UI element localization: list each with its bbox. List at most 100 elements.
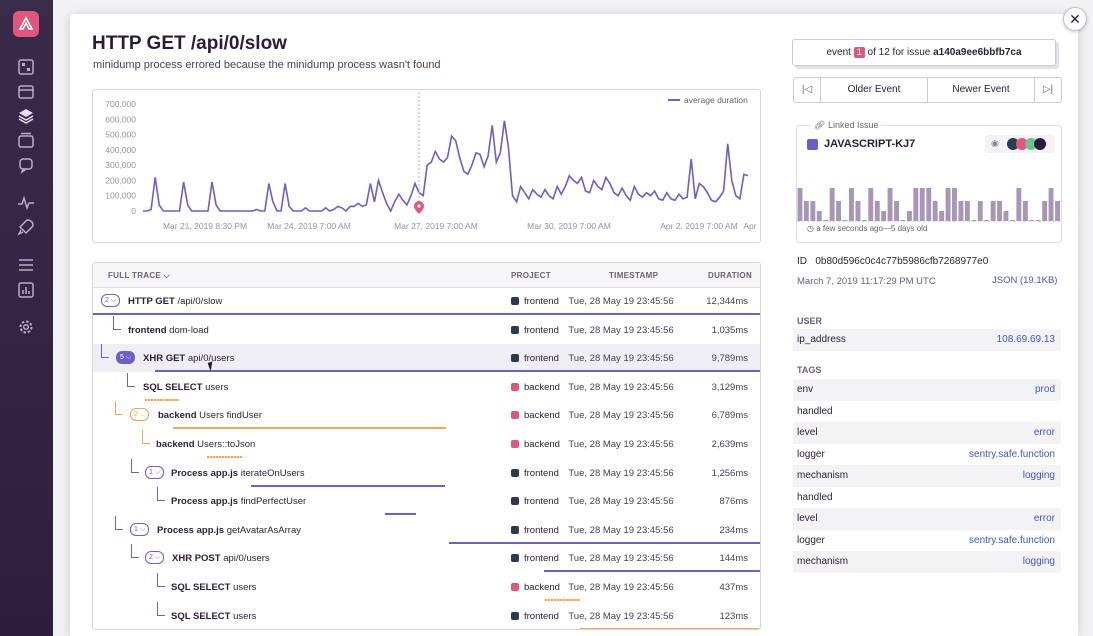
timestamp-header: TIMESTAMP <box>609 271 659 280</box>
span-project: frontend <box>511 496 559 507</box>
rocket-icon[interactable] <box>17 218 35 236</box>
child-count-toggle[interactable]: 5 ⌵ <box>116 351 136 365</box>
span-timestamp: Tue, 28 May 19 23:45:56 <box>568 410 674 422</box>
ip-value[interactable]: 108.69.69.13 <box>997 334 1055 345</box>
tree-connector <box>131 471 139 473</box>
span-description: findPerfectUser <box>238 496 307 508</box>
span-op: SQL SELECT <box>171 582 231 593</box>
user-ip-row: ip_address 108.69.69.13 <box>793 329 1061 351</box>
span-op: HTTP GET <box>128 296 175 307</box>
older-event-button[interactable]: Older Event <box>821 78 928 102</box>
span-name: SQL SELECT users <box>171 611 256 622</box>
span-description: getAvatarAsArray <box>224 524 301 536</box>
trace-row[interactable]: SQL SELECT users backend Tue, 28 May 19 23… <box>93 372 760 401</box>
sparkline-bar <box>939 211 945 221</box>
child-count-toggle[interactable]: 1 ⌵ <box>130 522 150 536</box>
tag-value[interactable]: sentry.safe.function <box>969 535 1055 546</box>
trace-row[interactable]: backend Users::toJson backend Tue, 28 May … <box>93 430 760 458</box>
issue-id[interactable]: a140a9ee6bbfb7ca <box>933 47 1021 58</box>
trace-row[interactable]: 5 ⌵ XHR GET api/0/users frontend Tue, 28 Ma… <box>93 344 760 373</box>
project-name: frontend <box>524 524 559 536</box>
tag-key: logger <box>797 448 825 460</box>
issues-icon[interactable] <box>17 83 35 101</box>
tree-connector <box>157 614 165 616</box>
tag-row[interactable]: env prod <box>793 379 1061 401</box>
close-icon[interactable]: ✕ <box>1063 7 1087 31</box>
span-description: api/0/users <box>220 553 270 565</box>
backend-project-icon <box>511 411 519 420</box>
project-header: PROJECT <box>511 271 551 280</box>
tree-connector <box>101 344 102 359</box>
tag-value[interactable]: error <box>1034 513 1055 524</box>
tag-value[interactable]: logging <box>1023 556 1055 567</box>
trace-row[interactable]: SQL SELECT users frontend Tue, 28 May 19 2… <box>93 601 760 629</box>
releases-icon[interactable] <box>17 131 35 149</box>
tag-row[interactable]: level error <box>793 422 1061 444</box>
trace-row[interactable]: 1 ⌵ Process app.js getAvatarAsArray fronte… <box>93 515 760 544</box>
clock-icon: ◷ <box>807 224 814 233</box>
dashboard-icon[interactable] <box>17 58 35 76</box>
tag-value[interactable]: logging <box>1023 470 1055 481</box>
tag-row[interactable]: handled <box>793 401 1061 423</box>
tag-row[interactable]: mechanism logging <box>793 465 1061 487</box>
json-link[interactable]: JSON (19.1KB) <box>992 275 1057 286</box>
span-description: users <box>230 610 257 622</box>
child-count-toggle[interactable]: 2 ⌵ <box>101 294 121 307</box>
tag-row[interactable]: logger sentry.safe.function <box>793 530 1061 552</box>
span-project: backend <box>511 582 560 593</box>
menu-icon[interactable] <box>17 256 35 274</box>
oldest-event-icon[interactable]: |◁ <box>794 78 821 102</box>
stats-icon[interactable] <box>17 281 35 299</box>
tag-value[interactable]: error <box>1034 427 1055 438</box>
span-op: XHR POST <box>172 553 221 565</box>
full-trace-header[interactable]: FULL TRACE ⌵ <box>108 271 170 281</box>
tag-row[interactable]: mechanism logging <box>793 551 1061 573</box>
trace-row[interactable]: Process app.js findPerfectUser frontend Tu… <box>93 487 760 516</box>
span-timestamp: Tue, 28 May 19 23:45:56 <box>568 296 674 307</box>
span-name: HTTP GET /api/0/slow <box>128 296 222 307</box>
tag-row[interactable]: logger sentry.safe.function <box>793 444 1061 466</box>
tree-connector <box>115 401 116 416</box>
span-name: XHR POST api/0/users <box>172 553 270 564</box>
span-op: backend <box>156 439 195 450</box>
project-name: frontend <box>524 467 559 479</box>
y-tick-label: 200,000 <box>105 175 136 185</box>
trace-row[interactable]: 2 ⌵ backend Users findUser backend Tue, 28 … <box>93 401 760 430</box>
activity-icon[interactable] <box>17 194 35 212</box>
stack-icon[interactable] <box>17 107 35 125</box>
tag-value[interactable]: prod <box>1035 384 1055 395</box>
tag-value[interactable]: sentry.safe.function <box>969 449 1055 460</box>
tag-row[interactable]: level error <box>793 508 1061 530</box>
trace-row[interactable]: 1 ⌵ Process app.js iterateOnUsers frontend… <box>93 458 760 487</box>
child-count-toggle[interactable]: 1 ⌵ <box>145 465 165 479</box>
child-count-toggle[interactable]: 2 ⌵ <box>130 408 150 422</box>
backend-project-icon <box>511 583 519 591</box>
span-name: Process app.js findPerfectUser <box>171 496 306 507</box>
trace-row[interactable]: 2 ⌵ HTTP GET /api/0/slow frontend Tue, 28 M… <box>93 287 760 315</box>
tree-connector <box>157 586 165 587</box>
newest-event-icon[interactable]: ▷| <box>1035 78 1061 102</box>
span-project: frontend <box>511 296 559 307</box>
sparkline-bar <box>964 201 970 221</box>
user-feedback-icon[interactable] <box>17 156 35 174</box>
linked-issue-card[interactable]: 🔗︎ Linked Issue JAVASCRIPT-KJ7 ◉ ◷ a few… <box>796 120 1062 243</box>
legend-label: average duration <box>684 95 748 105</box>
project-name: frontend <box>524 353 559 365</box>
sentry-logo-icon[interactable] <box>13 11 39 37</box>
child-count-toggle[interactable]: 2 ⌵ <box>145 551 165 565</box>
linked-issue-id[interactable]: JAVASCRIPT-KJ7 <box>824 138 915 150</box>
trace-row[interactable]: SQL SELECT users backend Tue, 28 May 19 23… <box>93 573 760 601</box>
event-date: March 7, 2019 11:17:29 PM UTC <box>797 276 936 287</box>
settings-gear-icon[interactable] <box>17 318 35 336</box>
span-duration: 9,789ms <box>711 353 748 365</box>
trace-row[interactable]: 2 ⌵ XHR POST api/0/users frontend Tue, 28 M… <box>93 544 760 573</box>
trace-table-header: FULL TRACE ⌵ PROJECT TIMESTAMP DURATION <box>93 263 760 288</box>
y-tick-label: 0 <box>131 206 136 216</box>
y-tick-label: 100,000 <box>105 191 136 201</box>
span-op: Process app.js <box>157 524 225 536</box>
trace-row[interactable]: frontend dom-load frontend Tue, 28 May 19 … <box>93 315 760 344</box>
newer-event-button[interactable]: Newer Event <box>928 78 1035 102</box>
tree-connector <box>127 372 128 387</box>
tag-row[interactable]: handled <box>793 487 1061 509</box>
ip-key: ip_address <box>797 334 846 345</box>
